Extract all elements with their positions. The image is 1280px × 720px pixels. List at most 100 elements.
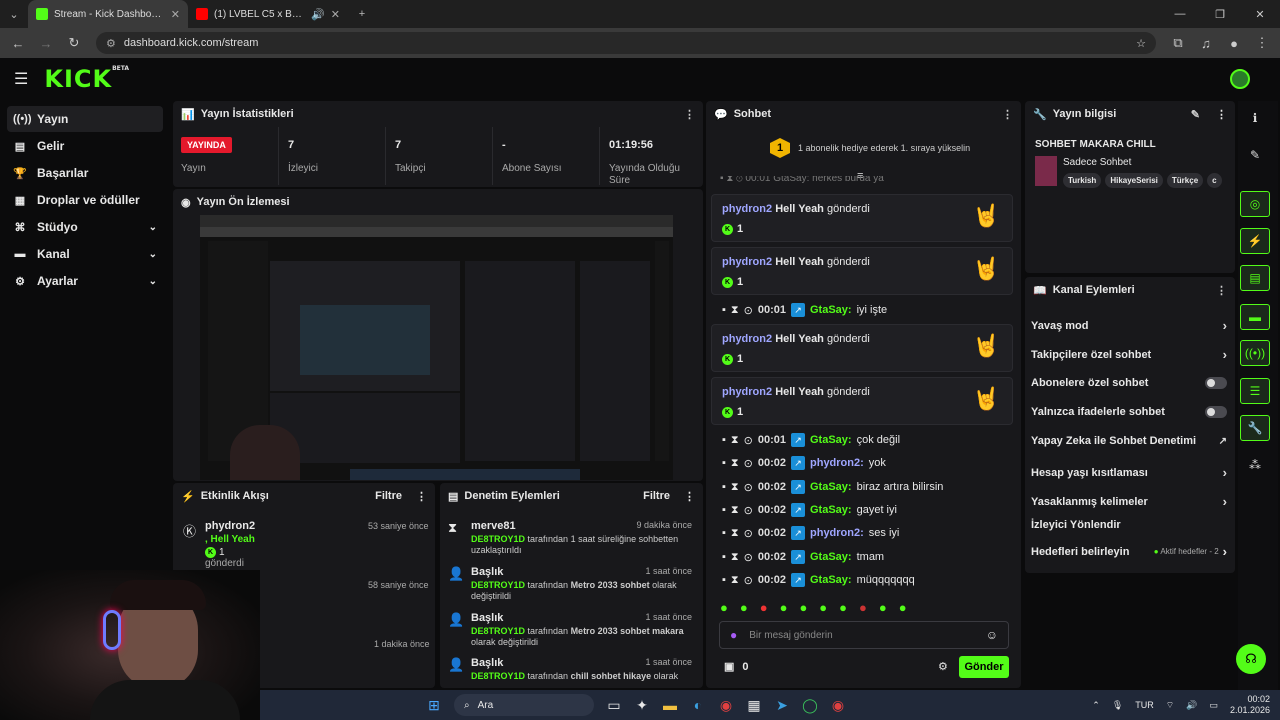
- browser-menu-icon[interactable]: ⋮: [1250, 31, 1274, 55]
- task-view-icon[interactable]: ▭: [600, 691, 628, 719]
- sidebar-item-yayin[interactable]: ((•)) Yayın: [7, 106, 163, 132]
- broadcast-icon[interactable]: ((•)): [1240, 340, 1270, 366]
- emote-icon[interactable]: ●: [720, 600, 728, 615]
- chat-bubble-icon[interactable]: ▬: [1240, 304, 1270, 330]
- delete-icon[interactable]: ▪: [722, 527, 726, 539]
- emote-icon[interactable]: ●: [899, 600, 907, 615]
- emotes-only-toggle[interactable]: [1205, 406, 1227, 418]
- tab-list-icon[interactable]: ⌄: [0, 0, 28, 28]
- delete-icon[interactable]: ▪: [722, 481, 726, 493]
- clipboard-icon[interactable]: ▤: [1240, 265, 1270, 291]
- emoji-picker-icon[interactable]: ☺: [986, 628, 998, 642]
- chat-message[interactable]: ▪ ⧗ ⊙ 00:01 ↗ GtaSay: çok değil: [722, 433, 900, 447]
- browser-tab-youtube[interactable]: (1) LVBEL C5 x BLOK3 x ORG 🔊 ✕: [188, 0, 348, 28]
- whatsapp-icon[interactable]: ◯: [796, 691, 824, 719]
- site-info-icon[interactable]: ⚙: [106, 37, 116, 50]
- mod-user[interactable]: DE8TROY1D: [471, 534, 525, 544]
- windows-start-icon[interactable]: ⊞: [420, 691, 448, 719]
- apps-icon[interactable]: ⁂: [1240, 452, 1270, 478]
- edit-pencil-icon[interactable]: ✎: [1191, 108, 1200, 121]
- edit-pencil-icon[interactable]: ✎: [1240, 142, 1270, 168]
- stream-preview-video[interactable]: [200, 215, 673, 480]
- tag-chip[interactable]: HikayeSerisi: [1105, 173, 1163, 188]
- delete-icon[interactable]: ▪: [722, 504, 726, 516]
- emote-icon[interactable]: ●: [740, 600, 748, 615]
- back-icon[interactable]: ←: [6, 31, 30, 55]
- more-options-icon[interactable]: ⋮: [1002, 108, 1013, 121]
- filter-button[interactable]: Filtre: [643, 490, 670, 502]
- action-slow-mode[interactable]: Yavaş mod ›: [1031, 318, 1227, 333]
- chat-message[interactable]: ▪ ⧗ ⊙ 00:02 ↗ GtaSay: tmam: [722, 550, 884, 564]
- profile-icon[interactable]: ●: [1222, 31, 1246, 55]
- reload-icon[interactable]: ↻: [62, 31, 86, 55]
- emote-icon[interactable]: ●: [780, 600, 788, 615]
- close-window-icon[interactable]: ✕: [1240, 0, 1280, 28]
- emote-icon[interactable]: ●: [839, 600, 847, 615]
- timeout-icon[interactable]: ⧗: [731, 304, 739, 317]
- chat-settings-icon[interactable]: ⚙: [938, 660, 948, 673]
- delete-icon[interactable]: ▪: [722, 551, 726, 563]
- emote-icon[interactable]: ●: [879, 600, 887, 615]
- chat-input[interactable]: ● Bir mesaj gönderin ☺: [719, 621, 1009, 649]
- emote-icon[interactable]: ●: [819, 600, 827, 615]
- tag-chip[interactable]: Türkçe: [1166, 173, 1204, 188]
- filter-button[interactable]: Filtre: [375, 490, 402, 502]
- mod-user[interactable]: DE8TROY1D: [471, 626, 525, 636]
- battery-icon[interactable]: ▭: [1209, 700, 1218, 711]
- chat-message[interactable]: ▪ ⧗ ⊙ 00:01 ↗ GtaSay: iyi işte: [722, 303, 887, 317]
- delete-icon[interactable]: ▪: [722, 574, 726, 586]
- subscribers-only-toggle[interactable]: [1205, 377, 1227, 389]
- timeout-icon[interactable]: ⧗: [731, 574, 739, 587]
- user-avatar[interactable]: [1230, 69, 1250, 89]
- action-banned-words[interactable]: Yasaklanmış kelimeler ›: [1031, 494, 1227, 509]
- maximize-icon[interactable]: ❐: [1200, 0, 1240, 28]
- chat-message[interactable]: ▪ ⧗ ⊙ 00:02 ↗ phydron2: yok: [722, 456, 886, 470]
- mod-user[interactable]: DE8TROY1D: [471, 580, 525, 590]
- emote-icon[interactable]: ●: [859, 600, 867, 615]
- action-ai-moderation[interactable]: Yapay Zeka ile Sohbet Denetimi ↗: [1031, 435, 1227, 447]
- lightning-icon[interactable]: ⚡: [1240, 228, 1270, 254]
- speaker-icon[interactable]: 🔊: [311, 8, 325, 21]
- sidebar-item-gelir[interactable]: ▤ Gelir: [7, 133, 163, 159]
- extensions-icon[interactable]: ⧉: [1166, 31, 1190, 55]
- action-followers-only[interactable]: Takipçilere özel sohbet ›: [1031, 347, 1227, 362]
- timeout-icon[interactable]: ⧗: [731, 481, 739, 494]
- copilot-icon[interactable]: ✦: [628, 691, 656, 719]
- emote-icon[interactable]: ●: [799, 600, 807, 615]
- sidebar-item-studyo[interactable]: ⌘ Stüdyo ⌄: [7, 214, 163, 240]
- taskbar-search[interactable]: ⌕ Ara: [454, 694, 594, 716]
- action-subscribers-only[interactable]: Abonelere özel sohbet: [1031, 377, 1227, 389]
- sidebar-item-ayarlar[interactable]: ⚙ Ayarlar ⌄: [7, 268, 163, 294]
- sidebar-item-droplar[interactable]: ▦ Droplar ve ödüller: [7, 187, 163, 213]
- info-icon[interactable]: ℹ: [1240, 105, 1270, 131]
- minimize-icon[interactable]: —: [1160, 0, 1200, 28]
- telegram-icon[interactable]: ➤: [768, 691, 796, 719]
- activity-user[interactable]: phydron2: [205, 520, 255, 532]
- target-icon[interactable]: ◎: [1240, 191, 1270, 217]
- action-goals[interactable]: Hedefleri belirleyin ● Aktif hedefler - 2…: [1031, 544, 1227, 559]
- url-input[interactable]: ⚙ dashboard.kick.com/stream ☆: [96, 32, 1156, 54]
- category-thumbnail[interactable]: [1035, 156, 1057, 186]
- more-options-icon[interactable]: ⋮: [1216, 284, 1227, 297]
- hamburger-menu-icon[interactable]: ☰: [14, 69, 28, 89]
- clock[interactable]: 00:02 2.01.2026: [1230, 694, 1270, 716]
- delete-icon[interactable]: ▪: [722, 434, 726, 446]
- timeout-icon[interactable]: ⧗: [731, 527, 739, 540]
- language-indicator[interactable]: TUR: [1135, 700, 1154, 710]
- chat-message[interactable]: ▪ ⧗ ⊙ 00:02 ↗ phydron2: ses iyi: [722, 526, 899, 540]
- edge-icon[interactable]: ◐: [684, 691, 712, 719]
- tray-chevron-icon[interactable]: ⌃: [1092, 700, 1100, 711]
- close-tab-icon[interactable]: ✕: [331, 8, 340, 21]
- timeout-icon[interactable]: ⧗: [731, 434, 739, 447]
- action-host[interactable]: İzleyici Yönlendir: [1031, 519, 1227, 531]
- tag-chip[interactable]: c: [1207, 173, 1222, 188]
- app-icon[interactable]: ◉: [824, 691, 852, 719]
- store-icon[interactable]: ▦: [740, 691, 768, 719]
- forward-icon[interactable]: →: [34, 31, 58, 55]
- sidebar-item-basarilar[interactable]: 🏆 Başarılar: [7, 160, 163, 186]
- browser-tab-kick[interactable]: Stream - Kick Dashboard ✕: [28, 0, 188, 28]
- kick-logo[interactable]: KICKBETA: [44, 65, 129, 93]
- emote-icon[interactable]: ●: [760, 600, 768, 615]
- tag-chip[interactable]: Turkish: [1063, 173, 1102, 188]
- chat-message[interactable]: ▪ ⧗ ⊙ 00:02 ↗ GtaSay: gayet iyi: [722, 503, 897, 517]
